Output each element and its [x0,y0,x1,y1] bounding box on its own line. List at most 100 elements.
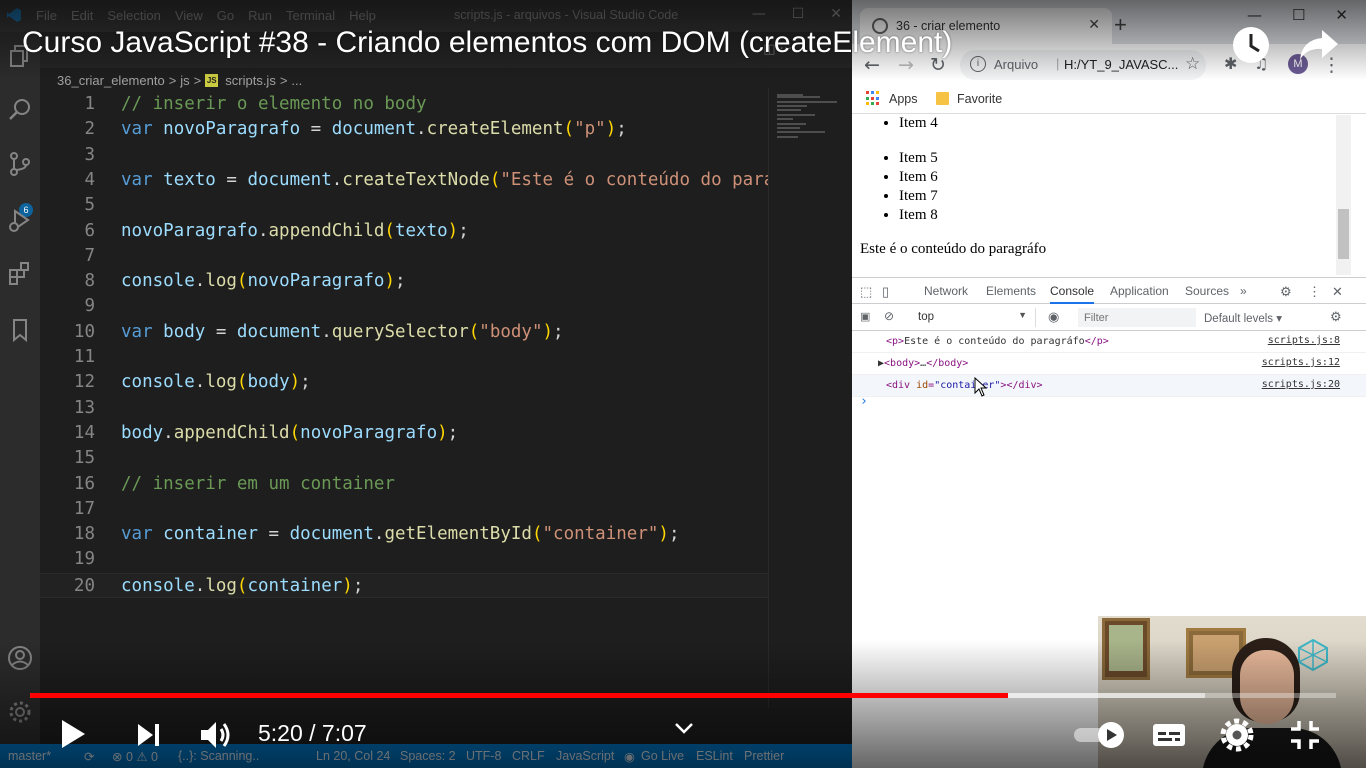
code-line[interactable]: 11 [40,345,768,370]
menu-view[interactable]: View [175,8,203,23]
settings-gear-icon[interactable] [1220,718,1254,752]
code-line[interactable]: 18 var container = document.getElementByI… [40,522,768,547]
source-control-icon[interactable] [6,150,34,178]
inspect-element-icon[interactable]: ⬚ [860,284,872,300]
breadcrumb-file[interactable]: scripts.js [225,73,276,88]
volume-icon[interactable] [198,718,234,752]
run-debug-icon[interactable] [6,206,34,234]
code-line[interactable]: 1 // inserir o elemento no body [40,92,768,117]
bookmark-icon[interactable] [6,316,34,344]
maximize-icon[interactable]: ☐ [1292,6,1305,24]
console-source-link[interactable]: scripts.js:12 [1262,357,1340,368]
close-tab-icon[interactable]: ✕ [1088,17,1100,33]
menu-run[interactable]: Run [248,8,272,23]
console-message[interactable]: ▶<body>…</body> scripts.js:12 [852,353,1366,375]
autoplay-toggle[interactable] [1072,720,1130,750]
bookmark-apps[interactable]: Apps [889,92,918,106]
eol-status[interactable]: CRLF [512,749,545,763]
code-line[interactable]: 19 [40,547,768,572]
scrollbar-thumb[interactable] [1338,209,1349,259]
code-line[interactable]: 6 novoParagrafo.appendChild(texto); [40,219,768,244]
play-icon[interactable] [58,717,88,751]
code-line[interactable]: 12 console.log(body); [40,370,768,395]
eslint-status[interactable]: ESLint [696,749,733,763]
maximize-icon[interactable]: ☐ [792,6,805,22]
more-tabs-icon[interactable]: » [1240,284,1247,298]
next-video-icon[interactable] [134,720,164,750]
console-source-link[interactable]: scripts.js:8 [1268,335,1340,346]
code-line[interactable]: 14 body.appendChild(novoParagrafo); [40,421,768,446]
language-mode[interactable]: JavaScript [556,749,614,763]
extensions-icon[interactable] [6,260,34,288]
prettier-status[interactable]: Prettier [744,749,784,763]
breadcrumb-folder[interactable]: js [180,73,189,88]
context-selector[interactable]: top ▼ [910,308,1036,327]
tab-console[interactable]: Console [1050,284,1095,304]
tab-network[interactable]: Network [924,284,968,298]
code-line[interactable]: 2 var novoParagrafo = document.createElem… [40,117,768,142]
tab-elements[interactable]: Elements [986,284,1036,298]
console-settings-gear-icon[interactable]: ⚙ [1330,309,1342,325]
console-message[interactable]: <p>Este é o conteúdo do paragráfo</p> scr… [852,331,1366,353]
progress-bar[interactable] [30,693,1336,698]
bookmark-favorite[interactable]: Favorite [957,92,1002,106]
code-line[interactable]: 17 [40,497,768,522]
code-line[interactable]: 3 [40,143,768,168]
code-line[interactable]: 15 [40,446,768,471]
search-icon[interactable] [6,96,34,124]
breadcrumb-symbol[interactable]: ... [291,73,302,88]
console-source-link[interactable]: scripts.js:20 [1262,379,1340,390]
sidebar-toggle-icon[interactable]: ▣ [860,310,870,323]
sync-icon[interactable]: ⟳ [84,749,94,764]
menu-file[interactable]: File [36,8,57,23]
code-line[interactable]: 5 [40,193,768,218]
code-line[interactable]: 8 console.log(novoParagrafo); [40,269,768,294]
minimize-icon[interactable]: — [752,6,766,22]
menu-terminal[interactable]: Terminal [286,8,335,23]
eye-icon[interactable]: ◉ [1048,309,1059,325]
menu-help[interactable]: Help [349,8,376,23]
console-message[interactable]: <div id="container"></div> scripts.js:20 [852,375,1366,397]
tab-sources[interactable]: Sources [1185,284,1229,298]
tab-application[interactable]: Application [1110,284,1169,298]
problems-status[interactable]: ⊗ 0 ⚠ 0 [112,749,158,764]
device-toggle-icon[interactable]: ▯ [882,284,889,300]
indentation-status[interactable]: Spaces: 2 [400,749,456,763]
menu-selection[interactable]: Selection [107,8,160,23]
clear-console-icon[interactable]: ⊘ [884,309,894,323]
info-icon[interactable]: i [970,56,986,72]
address-bar[interactable]: i Arquivo | H:/YT_9_JAVASC... [960,50,1206,80]
page-scrollbar[interactable] [1336,115,1351,275]
minimap[interactable] [768,88,852,708]
console-filter-input[interactable] [1078,308,1196,327]
console-prompt[interactable]: › [860,394,868,409]
code-line[interactable]: 9 [40,294,768,319]
go-live-button[interactable]: Go Live [641,749,684,763]
chevron-down-icon[interactable] [674,722,694,736]
video-title[interactable]: Curso JavaScript #38 - Criando elementos… [22,26,952,60]
account-icon[interactable] [6,644,34,672]
code-line[interactable]: 20 console.log(container); [40,572,768,598]
menu-edit[interactable]: Edit [71,8,93,23]
new-tab-icon[interactable]: + [1114,12,1127,38]
cursor-position[interactable]: Ln 20, Col 24 [316,749,390,763]
encoding-status[interactable]: UTF-8 [466,749,501,763]
minimize-icon[interactable]: — [1247,6,1262,24]
code-line[interactable]: 16 // inserir em um container [40,472,768,497]
log-levels-dropdown[interactable]: Default levels ▾ [1204,311,1282,325]
branch-status[interactable]: master* [8,749,51,763]
share-arrow-icon[interactable] [1298,26,1340,64]
video-frame[interactable]: File Edit Selection View Go Run Terminal Help s… [0,0,1366,768]
subtitles-icon[interactable] [1150,720,1188,750]
breadcrumb-folder[interactable]: 36_criar_elemento [57,73,165,88]
code-line[interactable]: 4 var texto = document.createTextNode("Es… [40,168,768,193]
exit-fullscreen-icon[interactable] [1288,718,1322,752]
settings-gear-icon[interactable]: ⚙ [1280,284,1292,300]
bookmark-star-icon[interactable]: ☆ [1185,54,1200,74]
manage-gear-icon[interactable] [6,698,34,726]
code-line[interactable]: 10 var body = document.querySelector("bod… [40,320,768,345]
watch-later-clock-icon[interactable] [1230,24,1272,66]
kebab-menu-icon[interactable]: ⋮ [1308,284,1321,300]
close-icon[interactable]: ✕ [1335,6,1348,24]
close-devtools-icon[interactable]: ✕ [1332,284,1343,300]
